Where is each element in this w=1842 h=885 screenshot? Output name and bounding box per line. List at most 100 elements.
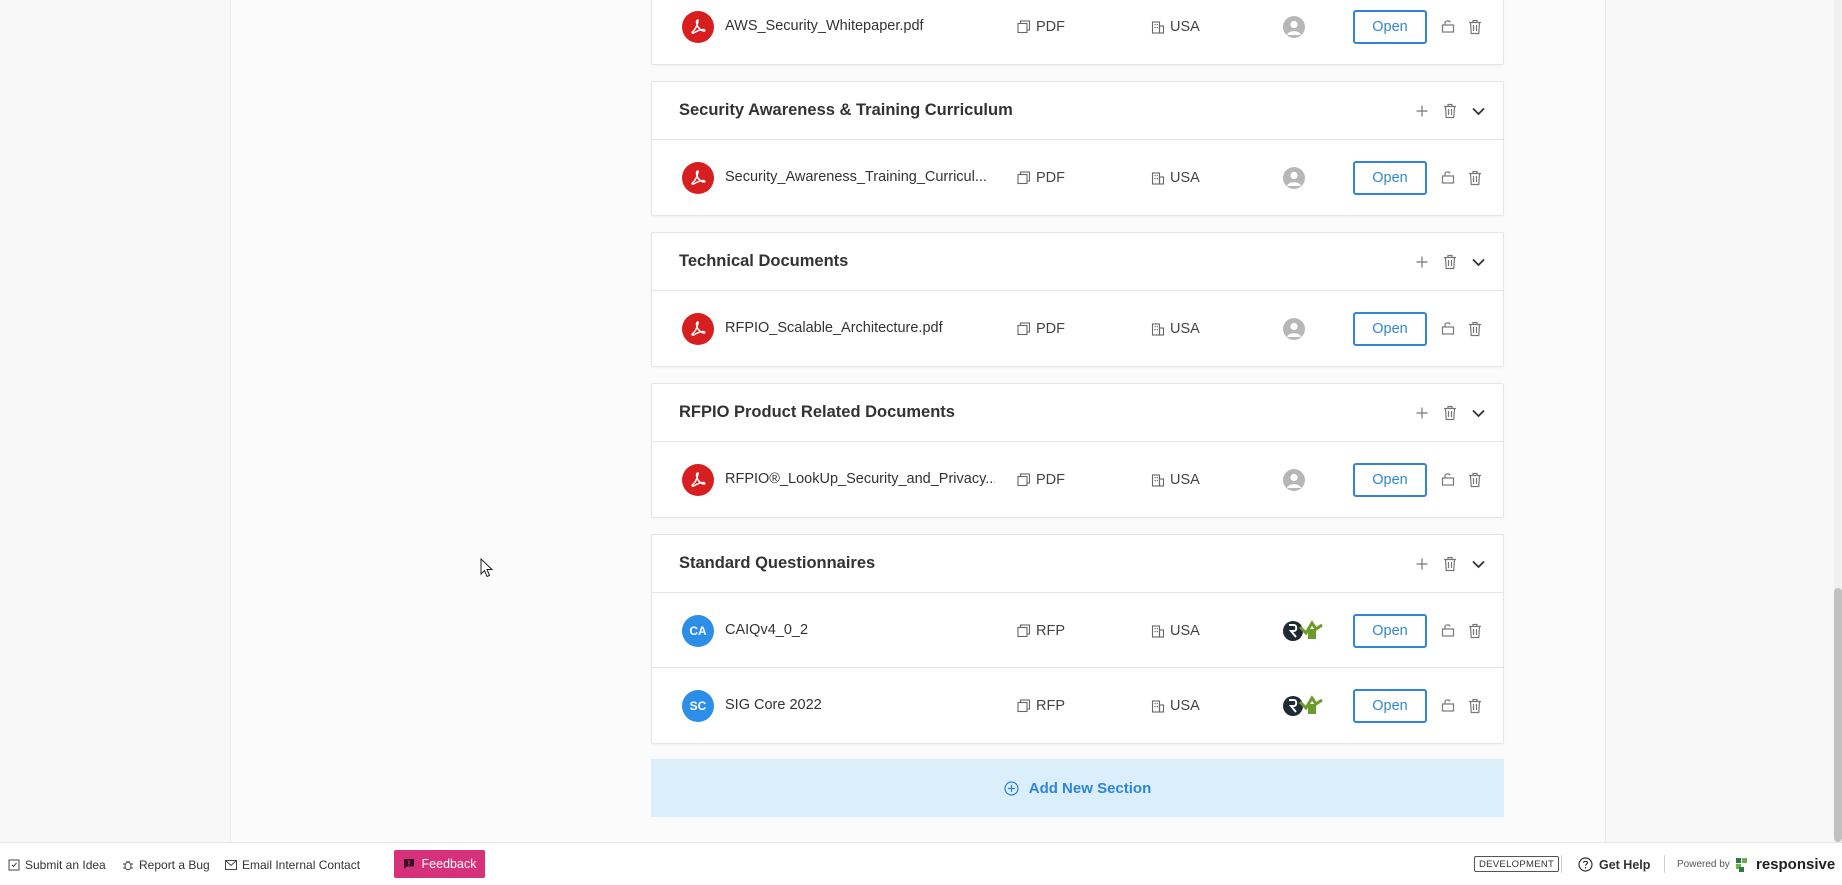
copy-icon xyxy=(1017,19,1031,33)
document-row: RFPIO®_LookUp_Security_and_Privacy... PD… xyxy=(652,442,1503,517)
footer-bar: Submit an Idea Report a Bug Email Intern… xyxy=(0,842,1842,885)
open-button[interactable]: Open xyxy=(1353,614,1427,648)
document-type: PDF xyxy=(1017,140,1065,215)
unlock-icon[interactable] xyxy=(1441,472,1455,486)
document-region: USA xyxy=(1151,668,1200,743)
open-button[interactable]: Open xyxy=(1353,10,1427,44)
open-button[interactable]: Open xyxy=(1353,689,1427,723)
lightbulb-icon xyxy=(8,859,20,870)
pdf-icon xyxy=(682,162,714,194)
section-header: Standard Questionnaires xyxy=(652,535,1503,593)
section-actions xyxy=(1415,82,1485,140)
chevron-down-icon[interactable] xyxy=(1471,556,1485,572)
section-actions xyxy=(1415,384,1485,442)
section-title: Security Awareness & Training Curriculum xyxy=(679,101,1013,119)
section-header: RFPIO Product Related Documents xyxy=(652,384,1503,442)
unlock-icon[interactable] xyxy=(1441,170,1455,184)
document-name[interactable]: SIG Core 2022 xyxy=(725,668,822,743)
unlock-icon[interactable] xyxy=(1441,321,1455,335)
document-type-label: PDF xyxy=(1036,320,1065,337)
section-card: Security Awareness & Training Curriculum… xyxy=(651,81,1504,216)
document-row: AWS_Security_Whitepaper.pdf PDF USA Open xyxy=(652,0,1503,64)
building-icon xyxy=(1151,171,1165,185)
plus-icon[interactable] xyxy=(1415,405,1429,421)
copy-icon xyxy=(1017,321,1031,335)
trash-icon[interactable] xyxy=(1468,19,1482,35)
section-title: RFPIO Product Related Documents xyxy=(679,403,955,421)
user-avatar-icon xyxy=(1283,469,1305,491)
document-type-label: PDF xyxy=(1036,169,1065,186)
scrollbar-thumb[interactable] xyxy=(1834,588,1842,842)
chevron-down-icon[interactable] xyxy=(1471,254,1485,270)
document-type-label: PDF xyxy=(1036,18,1065,35)
document-name[interactable]: Security_Awareness_Training_Curricul... xyxy=(725,140,987,215)
user-avatar-icon xyxy=(1283,167,1305,189)
document-name[interactable]: AWS_Security_Whitepaper.pdf xyxy=(725,0,924,64)
brand-logo: responsive xyxy=(1735,843,1835,885)
add-new-section-label: Add New Section xyxy=(1028,779,1152,797)
document-name[interactable]: RFPIO_Scalable_Architecture.pdf xyxy=(725,291,943,366)
open-button[interactable]: Open xyxy=(1353,312,1427,346)
get-help-link[interactable]: Get Help xyxy=(1578,843,1650,885)
chevron-down-icon[interactable] xyxy=(1471,103,1485,119)
plus-icon[interactable] xyxy=(1415,556,1429,572)
trash-icon[interactable] xyxy=(1468,623,1482,639)
plus-icon[interactable] xyxy=(1415,103,1429,119)
company-logo-icon xyxy=(1282,694,1324,718)
copy-icon xyxy=(1017,623,1031,637)
user-avatar-icon xyxy=(1283,16,1305,38)
pdf-icon xyxy=(682,11,714,43)
chevron-down-icon[interactable] xyxy=(1471,405,1485,421)
trash-icon[interactable] xyxy=(1443,556,1457,572)
section-card: Standard Questionnaires CA CAIQv4_0_2 RF… xyxy=(651,534,1504,744)
footer-divider xyxy=(1664,855,1665,873)
section-header: Security Awareness & Training Curriculum xyxy=(652,82,1503,140)
submit-idea-link[interactable]: Submit an Idea xyxy=(8,843,106,885)
building-icon xyxy=(1151,473,1165,487)
feedback-button[interactable]: Feedback xyxy=(394,850,485,878)
document-type: RFP xyxy=(1017,668,1065,743)
trash-icon[interactable] xyxy=(1468,698,1482,714)
copy-icon xyxy=(1017,472,1031,486)
document-type: PDF xyxy=(1017,291,1065,366)
document-type-label: PDF xyxy=(1036,471,1065,488)
document-region: USA xyxy=(1151,0,1200,64)
trash-icon[interactable] xyxy=(1468,321,1482,337)
pdf-icon xyxy=(682,464,714,496)
trash-icon[interactable] xyxy=(1468,472,1482,488)
document-name[interactable]: CAIQv4_0_2 xyxy=(725,593,808,668)
unlock-icon[interactable] xyxy=(1441,623,1455,637)
trash-icon[interactable] xyxy=(1443,254,1457,270)
open-button[interactable]: Open xyxy=(1353,463,1427,497)
trash-icon[interactable] xyxy=(1468,170,1482,186)
user-avatar-icon xyxy=(1283,318,1305,340)
document-type-label: RFP xyxy=(1036,622,1065,639)
company-logo-icon xyxy=(1282,619,1324,643)
document-row: CA CAIQv4_0_2 RFP USA Open xyxy=(652,593,1503,668)
document-region-label: USA xyxy=(1170,169,1200,186)
mail-icon xyxy=(225,859,237,870)
report-bug-link[interactable]: Report a Bug xyxy=(122,843,210,885)
section-card: AWS_Security_Whitepaper.pdf PDF USA Open xyxy=(651,0,1504,65)
section-actions xyxy=(1415,535,1485,593)
trash-icon[interactable] xyxy=(1443,103,1457,119)
copy-icon xyxy=(1017,698,1031,712)
document-region: USA xyxy=(1151,442,1200,517)
document-name[interactable]: RFPIO®_LookUp_Security_and_Privacy... xyxy=(725,442,995,517)
document-initials-badge: SC xyxy=(682,690,714,722)
document-type: RFP xyxy=(1017,593,1065,668)
trash-icon[interactable] xyxy=(1443,405,1457,421)
section-header: Technical Documents xyxy=(652,233,1503,291)
section-actions xyxy=(1415,233,1485,291)
unlock-icon[interactable] xyxy=(1441,698,1455,712)
email-contact-link[interactable]: Email Internal Contact xyxy=(225,843,360,885)
document-type: PDF xyxy=(1017,0,1065,64)
unlock-icon[interactable] xyxy=(1441,19,1455,33)
plus-circle-icon xyxy=(1004,780,1019,796)
add-new-section-button[interactable]: Add New Section xyxy=(651,759,1504,817)
footer-divider xyxy=(1561,855,1562,873)
help-circle-icon xyxy=(1578,857,1593,872)
environment-badge: DEVELOPMENT xyxy=(1474,856,1560,872)
plus-icon[interactable] xyxy=(1415,254,1429,270)
open-button[interactable]: Open xyxy=(1353,161,1427,195)
